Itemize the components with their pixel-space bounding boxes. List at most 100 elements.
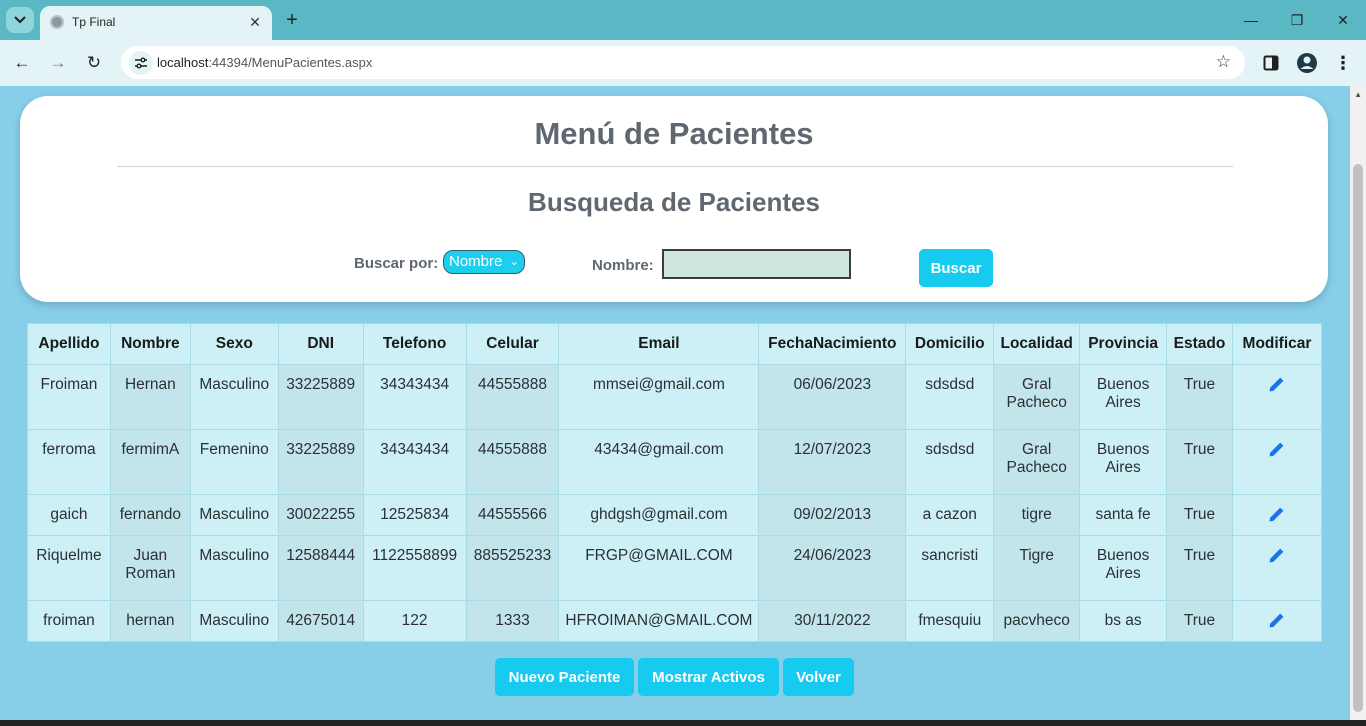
table-header-row: Apellido Nombre Sexo DNI Telefono Celula…: [27, 323, 1323, 365]
close-tab-icon[interactable]: ✕: [246, 13, 264, 31]
edit-pencil-icon[interactable]: [1268, 506, 1285, 523]
tab-list-button[interactable]: [6, 7, 34, 33]
cell-email: HFROIMAN@GMAIL.COM: [558, 600, 760, 642]
cell-dni: 30022255: [277, 494, 364, 536]
new-tab-button[interactable]: +: [280, 8, 304, 32]
cell-domicilio: sdsdsd: [905, 429, 995, 495]
cell-fecha-nacimiento: 30/11/2022: [758, 600, 907, 642]
table-row: froiman hernan Masculino 42675014 122 13…: [27, 600, 1323, 642]
cell-email: FRGP@GMAIL.COM: [558, 535, 760, 601]
cell-provincia: santa fe: [1079, 494, 1168, 536]
cell-celular: 44555888: [465, 429, 560, 495]
url-text: localhost:44394/MenuPacientes.aspx: [157, 55, 372, 70]
edit-pencil-icon[interactable]: [1268, 441, 1285, 458]
browser-tab[interactable]: Tp Final ✕: [40, 6, 272, 40]
cell-dni: 33225889: [277, 429, 364, 495]
cell-estado: True: [1166, 429, 1233, 495]
column-header: Provincia: [1079, 323, 1168, 365]
cell-dni: 42675014: [277, 600, 364, 642]
minimize-button[interactable]: —: [1236, 8, 1266, 32]
cell-celular: 44555566: [465, 494, 560, 536]
column-header: Celular: [465, 323, 560, 365]
cell-domicilio: a cazon: [905, 494, 995, 536]
cell-nombre: fermimA: [109, 429, 191, 495]
cell-sexo: Masculino: [189, 600, 279, 642]
column-header: DNI: [277, 323, 364, 365]
cell-celular: 1333: [465, 600, 560, 642]
menu-kebab-icon[interactable]: ⋮: [1331, 51, 1355, 75]
taskbar-edge: [0, 720, 1366, 726]
bookmark-star-icon[interactable]: ☆: [1216, 52, 1231, 72]
cell-telefono: 12525834: [362, 494, 467, 536]
column-header: FechaNacimiento: [758, 323, 907, 365]
cell-provincia: Buenos Aires: [1079, 429, 1168, 495]
browser-toolbar: ← → ↻ localhost:44394/MenuPacientes.aspx…: [0, 40, 1366, 86]
edit-pencil-icon[interactable]: [1268, 547, 1285, 564]
side-panel-icon[interactable]: [1259, 51, 1283, 75]
chevron-down-icon: [14, 16, 26, 24]
search-card: Menú de Pacientes Busqueda de Pacientes …: [20, 96, 1328, 302]
page-viewport: Menú de Pacientes Busqueda de Pacientes …: [0, 86, 1366, 720]
cell-domicilio: sancristi: [905, 535, 995, 601]
show-active-button[interactable]: Mostrar Activos: [638, 658, 779, 696]
site-info-icon[interactable]: [129, 51, 153, 75]
column-header: Nombre: [109, 323, 191, 365]
cell-provincia: Buenos Aires: [1079, 535, 1168, 601]
cell-localidad: Tigre: [993, 535, 1081, 601]
cell-estado: True: [1166, 494, 1233, 536]
cell-dni: 33225889: [277, 364, 364, 430]
back-button[interactable]: Volver: [783, 658, 854, 696]
cell-nombre: fernando: [109, 494, 191, 536]
search-by-select[interactable]: Nombre ⌄: [443, 250, 525, 274]
cell-apellido: Riquelme: [27, 535, 111, 601]
cell-nombre: Juan Roman: [109, 535, 191, 601]
cell-apellido: gaich: [27, 494, 111, 536]
scroll-up-icon[interactable]: ▲: [1354, 90, 1362, 99]
column-header: Email: [558, 323, 760, 365]
reload-icon[interactable]: ↻: [81, 50, 107, 76]
chevron-down-icon: ⌄: [509, 256, 519, 268]
patients-table: Apellido Nombre Sexo DNI Telefono Celula…: [27, 323, 1323, 642]
forward-arrow-icon[interactable]: →: [45, 50, 71, 76]
cell-fecha-nacimiento: 06/06/2023: [758, 364, 907, 430]
edit-pencil-icon[interactable]: [1268, 376, 1285, 393]
cell-sexo: Femenino: [189, 429, 279, 495]
cell-email: ghdgsh@gmail.com: [558, 494, 760, 536]
cell-localidad: tigre: [993, 494, 1081, 536]
globe-icon: [50, 15, 64, 29]
cell-email: 43434@gmail.com: [558, 429, 760, 495]
cell-celular: 44555888: [465, 364, 560, 430]
cell-provincia: bs as: [1079, 600, 1168, 642]
cell-fecha-nacimiento: 12/07/2023: [758, 429, 907, 495]
profile-avatar-icon[interactable]: [1295, 51, 1319, 75]
search-input[interactable]: [662, 249, 851, 279]
cell-sexo: Masculino: [189, 535, 279, 601]
address-bar[interactable]: localhost:44394/MenuPacientes.aspx ☆: [121, 46, 1245, 79]
table-row: gaich fernando Masculino 30022255 125258…: [27, 494, 1323, 536]
edit-pencil-icon[interactable]: [1268, 612, 1285, 629]
cell-estado: True: [1166, 600, 1233, 642]
column-header: Estado: [1166, 323, 1233, 365]
cell-modificar: [1231, 535, 1323, 601]
cell-nombre: Hernan: [109, 364, 191, 430]
scrollbar-thumb[interactable]: [1353, 164, 1363, 712]
cell-celular: 885525233: [465, 535, 560, 601]
restore-button[interactable]: ❐: [1282, 8, 1312, 32]
cell-sexo: Masculino: [189, 364, 279, 430]
vertical-scrollbar[interactable]: ▲: [1350, 86, 1366, 720]
cell-apellido: froiman: [27, 600, 111, 642]
cell-domicilio: sdsdsd: [905, 364, 995, 430]
cell-sexo: Masculino: [189, 494, 279, 536]
column-header: Localidad: [993, 323, 1081, 365]
column-header: Telefono: [362, 323, 467, 365]
section-title: Busqueda de Pacientes: [528, 187, 820, 217]
new-patient-button[interactable]: Nuevo Paciente: [495, 658, 634, 696]
search-button[interactable]: Buscar: [919, 249, 993, 287]
column-header: Modificar: [1231, 323, 1323, 365]
cell-email: mmsei@gmail.com: [558, 364, 760, 430]
column-header: Apellido: [27, 323, 111, 365]
table-row: Riquelme Juan Roman Masculino 12588444 1…: [27, 535, 1323, 601]
close-window-button[interactable]: ✕: [1328, 8, 1358, 32]
divider: [117, 166, 1233, 167]
back-arrow-icon[interactable]: ←: [9, 50, 35, 76]
